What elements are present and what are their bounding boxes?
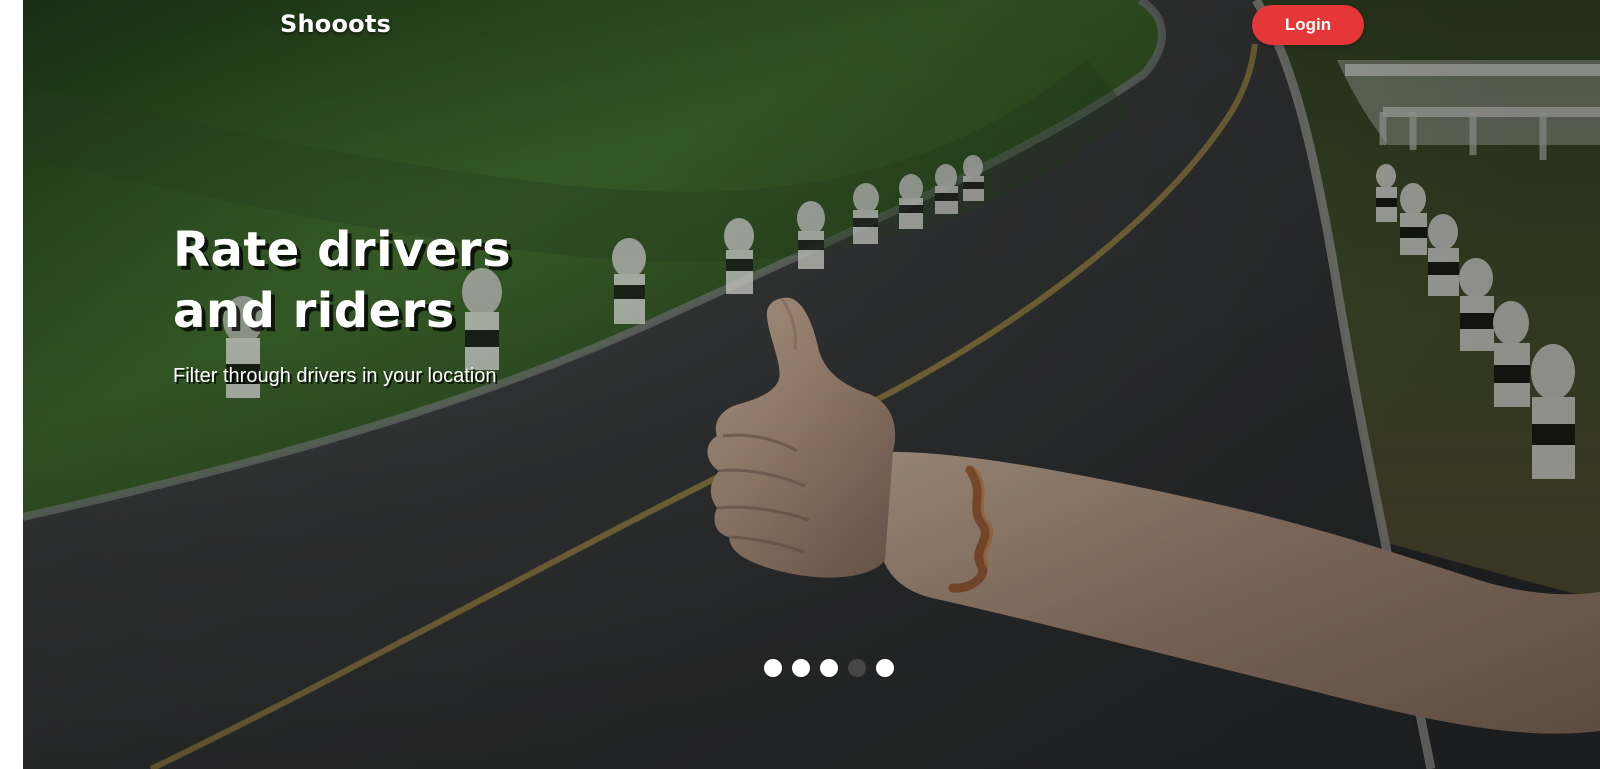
carousel-dot-2[interactable] [792, 659, 810, 677]
login-button[interactable]: Login [1252, 5, 1364, 45]
carousel-indicators [764, 658, 899, 678]
hero-section: Shooots Login Rate drivers and riders Fi… [23, 0, 1600, 769]
carousel-dot-4[interactable] [848, 659, 866, 677]
hero-title: Rate drivers and riders [173, 220, 533, 342]
hero-title-line-1: Rate drivers [173, 222, 512, 278]
carousel-dot-1[interactable] [764, 659, 782, 677]
hero-subtitle: Filter through drivers in your location [173, 365, 497, 387]
hero-title-line-2: and riders [173, 283, 455, 339]
landing-page: Shooots Login Rate drivers and riders Fi… [0, 0, 1600, 769]
brand-logo[interactable]: Shooots [280, 10, 391, 38]
carousel-dot-3[interactable] [820, 659, 838, 677]
carousel-dot-5[interactable] [876, 659, 894, 677]
